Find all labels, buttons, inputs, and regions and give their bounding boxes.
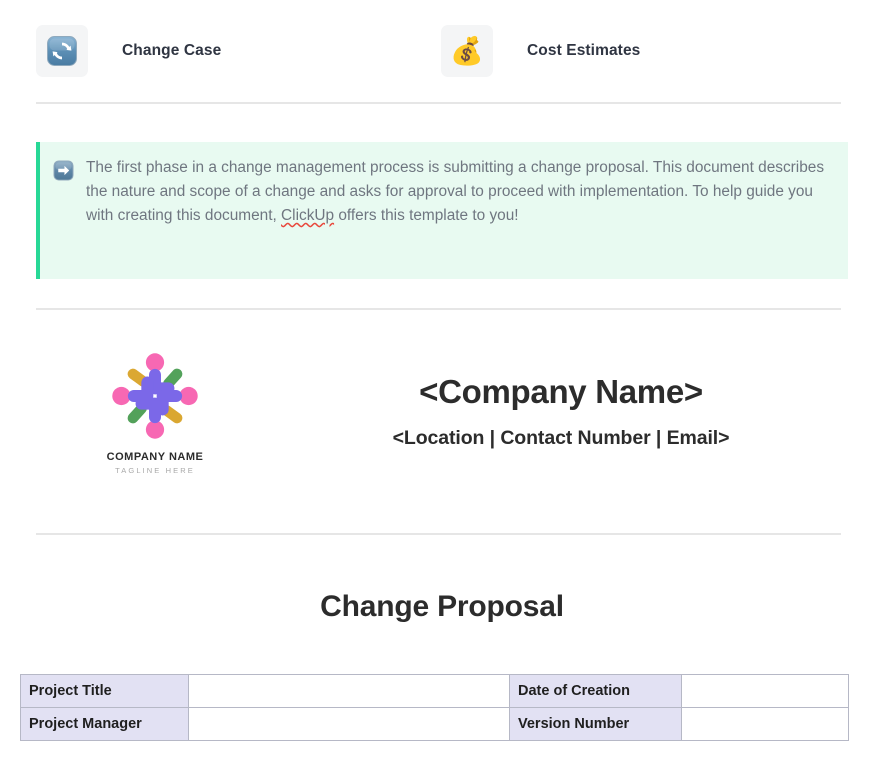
pinwheel-logo-icon: [112, 353, 198, 439]
logo-company-name: COMPANY NAME: [106, 451, 204, 463]
cell-label-project-manager: Project Manager: [20, 707, 189, 741]
callout-accent-bar: [36, 142, 40, 279]
divider-top: [36, 102, 841, 104]
page-link-label: Cost Estimates: [527, 42, 641, 59]
page-title: Change Proposal: [320, 590, 564, 623]
page-link-cost-estimates[interactable]: 💰 Cost Estimates: [441, 20, 640, 82]
company-heading-block: <Company Name> <Location | Contact Numbe…: [274, 330, 848, 450]
cell-value-project-title[interactable]: [188, 674, 510, 708]
cell-label-version-number: Version Number: [509, 707, 682, 741]
divider-middle: [36, 308, 841, 310]
misspelled-word: ClickUp: [281, 207, 335, 225]
cell-value-date-of-creation[interactable]: [681, 674, 849, 708]
cell-label-date-of-creation: Date of Creation: [509, 674, 682, 708]
cell-label-project-title: Project Title: [20, 674, 189, 708]
cell-value-project-manager[interactable]: [188, 707, 510, 741]
callout-text: The first phase in a change management p…: [86, 156, 830, 265]
company-logo: COMPANY NAME TAGLINE HERE: [36, 330, 274, 475]
page-link-change-case[interactable]: Change Case: [36, 20, 441, 82]
company-contact-placeholder: <Location | Contact Number | Email>: [392, 427, 730, 450]
arrow-right-icon: [53, 160, 74, 265]
money-bag-icon: 💰: [441, 25, 493, 77]
logo-tagline: TAGLINE HERE: [115, 466, 195, 475]
letterhead: COMPANY NAME TAGLINE HERE <Company Name>…: [36, 330, 848, 520]
company-name-placeholder: <Company Name>: [419, 373, 703, 410]
callout-text-part-2: offers this template to you!: [334, 207, 519, 225]
sync-icon: [36, 25, 88, 77]
money-bag-glyph: 💰: [450, 35, 484, 66]
divider-bottom: [36, 533, 841, 535]
project-info-table: Project Title Date of Creation Project M…: [20, 674, 849, 741]
info-callout: The first phase in a change management p…: [36, 142, 848, 279]
table-row: Project Manager Version Number: [20, 707, 849, 741]
page-link-label: Change Case: [122, 42, 222, 59]
table-row: Project Title Date of Creation: [20, 674, 849, 708]
nested-page-links-row: Change Case 💰 Cost Estimates: [0, 0, 872, 102]
cell-value-version-number[interactable]: [681, 707, 849, 741]
